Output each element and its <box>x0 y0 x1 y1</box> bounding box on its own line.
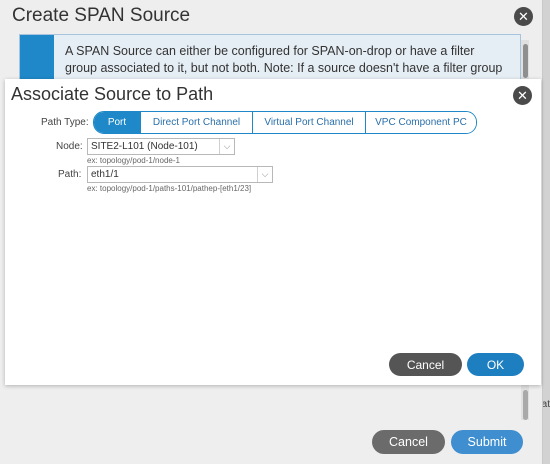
associate-source-to-path-dialog: Associate Source to Path ✕ Path Type: Po… <box>5 79 541 385</box>
submit-button[interactable]: Submit <box>451 430 523 454</box>
path-hint: ex: topology/pod-1/paths-101/pathep-[eth… <box>87 184 252 193</box>
path-select[interactable]: eth1/1 ⌵ <box>87 166 273 183</box>
path-type-tabs: Port Direct Port Channel Virtual Port Ch… <box>93 111 477 134</box>
chevron-down-icon[interactable]: ⌵ <box>219 139 234 154</box>
cancel-button[interactable]: Cancel <box>389 353 462 376</box>
tab-direct-port-channel[interactable]: Direct Port Channel <box>141 112 253 133</box>
scrollbar-thumb[interactable] <box>523 44 528 78</box>
ok-button[interactable]: OK <box>467 353 524 376</box>
path-value: eth1/1 <box>91 169 119 180</box>
close-icon[interactable]: ✕ <box>514 7 533 26</box>
node-hint: ex: topology/pod-1/node-1 <box>87 156 180 165</box>
node-value: SITE2-L101 (Node-101) <box>91 141 198 152</box>
tab-virtual-port-channel[interactable]: Virtual Port Channel <box>253 112 366 133</box>
tab-vpc-component-pc[interactable]: VPC Component PC <box>366 112 476 133</box>
background-right-edge <box>542 0 550 464</box>
path-type-label: Path Type: <box>41 117 89 128</box>
dialog-title: Associate Source to Path <box>11 84 214 104</box>
dialog-title: Create SPAN Source <box>12 5 191 26</box>
chevron-down-icon[interactable]: ⌵ <box>257 167 272 182</box>
tab-port[interactable]: Port <box>94 112 141 133</box>
path-label: Path: <box>58 169 82 180</box>
node-label: Node: <box>56 141 83 152</box>
cancel-button[interactable]: Cancel <box>372 430 445 454</box>
scrollbar-thumb[interactable] <box>523 390 528 420</box>
close-icon[interactable]: ✕ <box>513 86 532 105</box>
node-select[interactable]: SITE2-L101 (Node-101) ⌵ <box>87 138 235 155</box>
